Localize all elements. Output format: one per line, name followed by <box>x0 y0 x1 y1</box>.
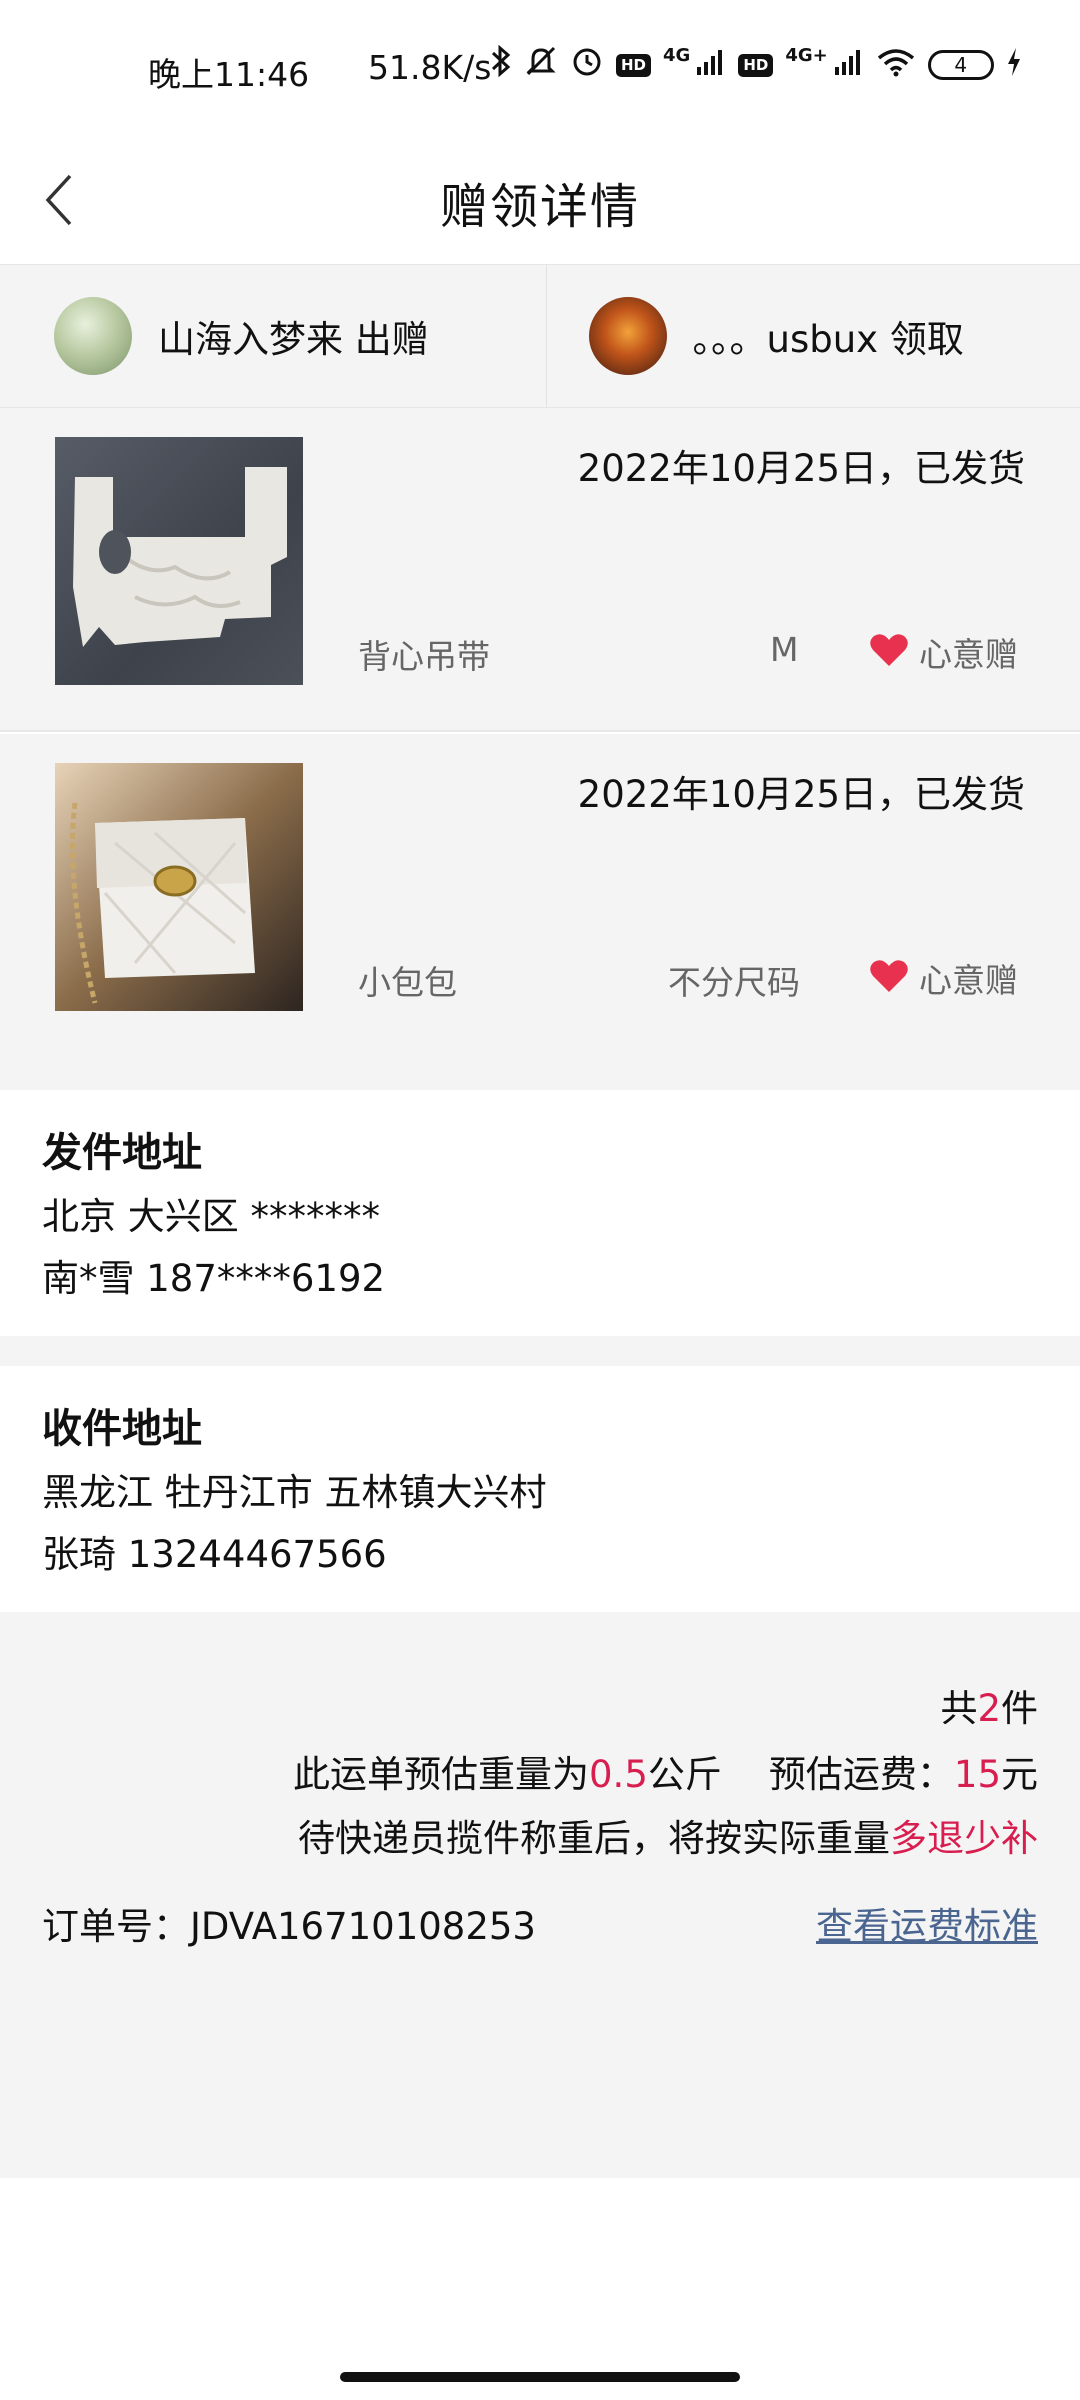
chevron-left-icon <box>42 172 76 232</box>
fee-unit: 元 <box>1001 1753 1038 1796</box>
item-tag-label: 心意赠 <box>919 961 1018 1000</box>
receive-address-title: 收件地址 <box>42 1406 202 1452</box>
receive-address-contact: 张琦 13244467566 <box>42 1533 387 1576</box>
item-thumbnail <box>55 437 303 685</box>
item-thumbnail <box>55 763 303 1011</box>
note-prefix: 待快递员揽件称重后，将按实际重量 <box>298 1817 890 1860</box>
nav-bar: 赠领详情 <box>0 140 1080 264</box>
estimated-weight: 0.5 <box>589 1753 648 1796</box>
receiver-label: 。。。usbux 领取 <box>692 318 964 361</box>
status-time: 晚上11:46 <box>148 55 310 94</box>
count-suffix: 件 <box>1001 1687 1038 1730</box>
bluetooth-icon <box>490 44 512 86</box>
signal-icon <box>696 46 726 85</box>
receiver-info[interactable]: 。。。usbux 领取 <box>545 265 1080 407</box>
send-address-location: 北京 大兴区 ******* <box>42 1195 381 1238</box>
gift-item[interactable]: 2022年10月25日，已发货 小包包 不分尺码 心意赠 <box>0 734 1080 1058</box>
item-count: 2 <box>977 1687 1001 1730</box>
heart-icon <box>869 958 909 998</box>
send-address-section: 发件地址 北京 大兴区 ******* 南*雪 187****6192 <box>0 1090 1080 1336</box>
receiver-avatar <box>588 297 667 375</box>
home-indicator[interactable] <box>340 2372 740 2382</box>
page-title: 赠领详情 <box>439 179 640 235</box>
status-network-speed: 51.8K/s <box>368 48 492 87</box>
mute-icon <box>524 44 558 86</box>
alarm-icon <box>570 44 604 86</box>
giver-info[interactable]: 山海入梦来 出赠 <box>0 265 546 407</box>
item-tag-label: 心意赠 <box>919 635 1018 674</box>
charging-icon <box>1006 46 1022 85</box>
section-divider <box>0 1058 1080 1090</box>
hd-icon: HD <box>616 53 652 77</box>
giver-label: 山海入梦来 出赠 <box>158 318 429 361</box>
send-address-title: 发件地址 <box>42 1130 202 1176</box>
shipping-summary: 共2件 此运单预估重量为0.5公斤 预估运费：15元 待快递员揽件称重后，将按实… <box>0 1612 1080 2178</box>
network-4g-plus-label: 4G+ <box>785 44 828 66</box>
back-button[interactable] <box>24 140 94 264</box>
send-address-contact: 南*雪 187****6192 <box>42 1257 386 1300</box>
item-size: 不分尺码 <box>668 963 800 1002</box>
weight-unit: 公斤 <box>647 1753 722 1796</box>
weight-prefix: 此运单预估重量为 <box>293 1753 590 1796</box>
order-number: 订单号：JDVA16710108253 <box>42 1905 536 1948</box>
item-count-line: 共2件 <box>940 1678 1038 1732</box>
giver-avatar <box>54 297 132 375</box>
item-gift-tag: 心意赠 <box>869 628 1018 676</box>
weight-fee-line: 此运单预估重量为0.5公斤 预估运费：15元 <box>293 1744 1038 1798</box>
item-gift-tag: 心意赠 <box>869 954 1018 1002</box>
parties-row: 山海入梦来 出赠 。。。usbux 领取 <box>0 264 1080 408</box>
note-highlight: 多退少补 <box>890 1817 1038 1860</box>
gift-item[interactable]: 2022年10月25日，已发货 背心吊带 M 心意赠 <box>0 408 1080 732</box>
item-shipping-status: 2022年10月25日，已发货 <box>577 773 1025 816</box>
item-name: 背心吊带 <box>358 637 490 676</box>
wifi-icon <box>876 46 916 85</box>
item-shipping-status: 2022年10月25日，已发货 <box>577 447 1025 490</box>
battery-icon: 4 <box>927 50 994 80</box>
count-prefix: 共 <box>940 1687 978 1730</box>
weight-note-line: 待快递员揽件称重后，将按实际重量多退少补 <box>298 1808 1038 1862</box>
fee-standard-link[interactable]: 查看运费标准 <box>816 1896 1038 1950</box>
receive-address-location: 黑龙江 牡丹江市 五林镇大兴村 <box>42 1471 547 1514</box>
status-icons: HD 4G HD 4G+ 4 <box>490 44 1022 86</box>
item-name: 小包包 <box>358 963 457 1002</box>
receive-address-section: 收件地址 黑龙江 牡丹江市 五林镇大兴村 张琦 13244467566 <box>0 1366 1080 1612</box>
status-bar: 晚上11:46 51.8K/s HD 4G HD 4G+ 4 <box>0 0 1080 140</box>
heart-icon <box>869 632 909 672</box>
signal-icon <box>834 46 864 85</box>
gift-detail-page: 晚上11:46 51.8K/s HD 4G HD 4G+ 4 赠领详情 山海入梦… <box>0 0 1080 2400</box>
network-4g-label: 4G <box>663 44 691 66</box>
estimated-fee: 15 <box>953 1753 1001 1796</box>
fee-label: 预估运费： <box>768 1753 954 1796</box>
hd-icon: HD <box>738 53 774 77</box>
item-size: M <box>770 630 799 669</box>
section-divider <box>0 1336 1080 1366</box>
